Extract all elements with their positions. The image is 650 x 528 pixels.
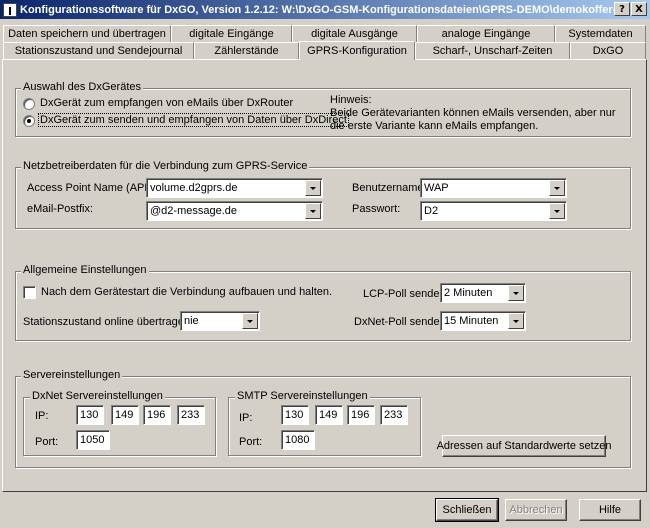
- smtp-ip-octet-3[interactable]: 196: [347, 405, 375, 425]
- title-bar: Konfigurationssoftware für DxGO, Version…: [0, 0, 650, 19]
- help-title-button[interactable]: ?: [614, 2, 630, 16]
- smtp-port-label: Port:: [239, 436, 263, 448]
- smtp-ip-octet-1[interactable]: 130: [281, 405, 309, 425]
- dxnet-port-label: Port:: [35, 436, 59, 448]
- apn-label: Access Point Name (APN):: [27, 182, 160, 194]
- cancel-button[interactable]: Abbrechen: [505, 499, 567, 521]
- tab-scharf-unscharf-zeiten[interactable]: Scharf-, Unscharf-Zeiten: [415, 42, 570, 59]
- chevron-down-icon[interactable]: [549, 180, 565, 196]
- dxnet-ip-octet-3[interactable]: 196: [143, 405, 171, 425]
- smtp-server-legend: SMTP Servereinstellungen: [235, 390, 370, 402]
- mailbox-label: eMail-Postfix:: [27, 203, 94, 215]
- mailbox-combobox[interactable]: @d2-message.de: [146, 201, 323, 221]
- chevron-down-icon[interactable]: [508, 285, 524, 301]
- user-combobox[interactable]: WAP: [420, 178, 567, 198]
- window-title: Konfigurationssoftware für DxGO, Version…: [20, 3, 625, 16]
- smtp-port-field[interactable]: 1080: [281, 430, 315, 450]
- reset-addresses-button[interactable]: Adressen auf Standardwerte setzen: [437, 435, 611, 457]
- user-value: WAP: [424, 182, 449, 194]
- device-option-router-label[interactable]: DxGerät zum empfangen von eMails über Dx…: [40, 97, 293, 109]
- device-selection-legend: Auswahl des DxGerätes: [21, 81, 143, 93]
- station-online-label: Stationszustand online übertragen:: [23, 316, 194, 328]
- dxnet-poll-label: DxNet-Poll senden:: [354, 316, 449, 328]
- user-label: Benutzername:: [352, 182, 427, 194]
- server-legend: Servereinstellungen: [21, 369, 123, 381]
- chevron-down-icon[interactable]: [305, 180, 321, 196]
- general-legend: Allgemeine Einstellungen: [21, 264, 149, 276]
- dxnet-poll-value: 15 Minuten: [444, 315, 499, 327]
- chevron-down-icon[interactable]: [549, 203, 565, 219]
- chevron-down-icon[interactable]: [508, 313, 524, 329]
- password-combobox[interactable]: D2: [420, 201, 567, 221]
- station-online-combobox[interactable]: nie: [180, 311, 260, 331]
- dxnet-poll-combobox[interactable]: 15 Minuten: [440, 311, 526, 331]
- chevron-down-icon[interactable]: [305, 203, 321, 219]
- apn-value: volume.d2gprs.de: [150, 182, 238, 194]
- dxnet-port-field[interactable]: 1050: [76, 430, 110, 450]
- smtp-ip-octet-2[interactable]: 149: [315, 405, 343, 425]
- dxnet-ip-octet-2[interactable]: 149: [111, 405, 139, 425]
- tab-daten-speichern[interactable]: Daten speichern und übertragen: [3, 25, 171, 42]
- app-icon: [3, 2, 17, 17]
- device-hint: Hinweis: Beide Gerätevarianten können eM…: [330, 94, 616, 132]
- smtp-ip-label: IP:: [239, 412, 253, 424]
- tab-digitale-ausgaenge[interactable]: digitale Ausgänge: [292, 25, 417, 42]
- station-online-value: nie: [184, 315, 199, 327]
- device-option-direct-label[interactable]: DxGerät zum senden und empfangen von Dat…: [38, 113, 349, 127]
- tab-gprs-konfiguration[interactable]: GPRS-Konfiguration: [299, 41, 415, 60]
- lcp-poll-value: 2 Minuten: [444, 287, 493, 299]
- dxnet-ip-label: IP:: [35, 410, 49, 422]
- password-value: D2: [424, 205, 439, 217]
- smtp-ip-octet-4[interactable]: 233: [380, 405, 408, 425]
- network-legend: Netzbetreiberdaten für die Verbindung zu…: [21, 160, 310, 172]
- lcp-poll-label: LCP-Poll senden:: [363, 288, 449, 300]
- dxnet-ip-octet-1[interactable]: 130: [76, 405, 104, 425]
- dxnet-server-legend: DxNet Servereinstellungen: [30, 390, 165, 402]
- chevron-down-icon[interactable]: [242, 313, 258, 329]
- tab-systemdaten[interactable]: Systemdaten: [555, 25, 646, 42]
- tab-stationszustand[interactable]: Stationszustand und Sendejournal: [3, 42, 194, 59]
- tab-zaehlerstaende[interactable]: Zählerstände: [194, 42, 299, 59]
- autoconnect-label[interactable]: Nach dem Gerätestart die Verbindung aufb…: [41, 286, 332, 298]
- help-button[interactable]: Hilfe: [579, 499, 641, 521]
- device-option-direct-radio[interactable]: [23, 115, 35, 127]
- password-label: Passwort:: [352, 203, 401, 215]
- device-option-router-radio[interactable]: [23, 98, 35, 110]
- apn-combobox[interactable]: volume.d2gprs.de: [146, 178, 323, 198]
- general-group: [15, 271, 631, 341]
- tab-analoge-eingaenge[interactable]: analoge Eingänge: [417, 25, 555, 42]
- lcp-poll-combobox[interactable]: 2 Minuten: [440, 283, 526, 303]
- mailbox-value: @d2-message.de: [150, 205, 237, 217]
- autoconnect-checkbox[interactable]: [23, 286, 36, 299]
- close-button[interactable]: Schließen: [435, 498, 499, 522]
- close-title-button[interactable]: X: [631, 2, 647, 16]
- tab-dxgo[interactable]: DxGO: [570, 42, 646, 59]
- tab-digitale-eingaenge[interactable]: digitale Eingänge: [171, 25, 292, 42]
- dxnet-ip-octet-4[interactable]: 233: [177, 405, 205, 425]
